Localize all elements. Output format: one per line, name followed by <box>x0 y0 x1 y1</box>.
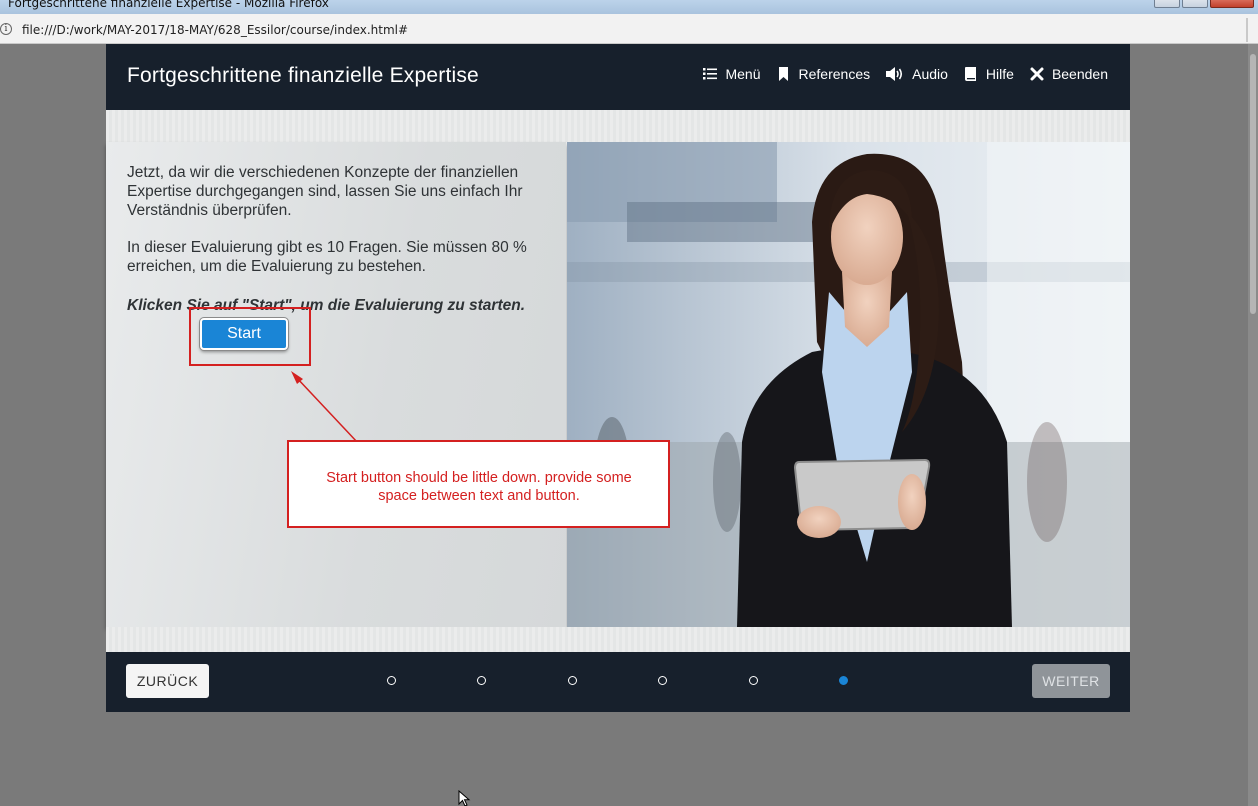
back-button[interactable]: ZURÜCK <box>126 664 209 698</box>
close-icon <box>1030 67 1044 81</box>
course-nav: Menü References Audio Hilfe Beenden <box>687 66 1108 82</box>
content-top-band <box>106 110 1130 142</box>
intro-paragraph: Jetzt, da wir die verschiedenen Konzepte… <box>127 164 523 219</box>
course-footer: ZURÜCK WEITER <box>106 652 1130 712</box>
page-dot[interactable] <box>658 676 667 685</box>
photo-illustration <box>567 142 1130 627</box>
nav-help[interactable]: Hilfe <box>963 66 1014 82</box>
nav-menu[interactable]: Menü <box>702 66 761 82</box>
course-header: Fortgeschrittene finanzielle Expertise M… <box>106 44 1130 110</box>
page-dot[interactable] <box>568 676 577 685</box>
bookmark-icon <box>778 67 788 81</box>
url-text[interactable]: file:///D:/work/MAY-2017/18-MAY/628_Essi… <box>22 23 408 37</box>
businesswoman-photo <box>567 142 1130 627</box>
list-icon <box>703 68 718 80</box>
instruction-suffix: ", um die Evaluierung zu starten. <box>284 297 526 314</box>
address-bar-edge <box>1246 18 1248 42</box>
nav-references-label: References <box>798 66 871 82</box>
speaker-icon <box>886 67 903 81</box>
annotation-note-text: Start button should be little down. prov… <box>326 470 632 504</box>
page-scrollbar[interactable] <box>1248 44 1258 806</box>
content-bottom-band <box>106 627 1130 652</box>
page-dot[interactable] <box>749 676 758 685</box>
window-controls <box>1154 0 1254 8</box>
rules-paragraph: In dieser Evaluierung gibt es 10 Fragen.… <box>127 239 527 275</box>
nav-references[interactable]: References <box>776 66 871 82</box>
nav-audio-label: Audio <box>912 66 948 82</box>
page-dot[interactable] <box>477 676 486 685</box>
annotation-note: Start button should be little down. prov… <box>287 440 670 528</box>
annotation-highlight-box <box>189 307 311 366</box>
scrollbar-thumb[interactable] <box>1250 54 1256 314</box>
address-bar[interactable]: i file:///D:/work/MAY-2017/18-MAY/628_Es… <box>0 14 1258 44</box>
mouse-cursor-icon <box>458 790 471 806</box>
course-player: Fortgeschrittene finanzielle Expertise M… <box>106 44 1130 712</box>
nav-exit[interactable]: Beenden <box>1029 66 1108 82</box>
next-button[interactable]: WEITER <box>1032 664 1110 698</box>
nav-audio[interactable]: Audio <box>885 66 948 82</box>
course-title: Fortgeschrittene finanzielle Expertise <box>127 64 479 87</box>
content-text-panel: Jetzt, da wir die verschiedenen Konzepte… <box>106 142 566 627</box>
site-info-icon[interactable]: i <box>0 23 12 35</box>
close-window-button[interactable] <box>1210 0 1254 8</box>
nav-exit-label: Beenden <box>1051 66 1108 82</box>
maximize-button[interactable] <box>1182 0 1208 8</box>
page-dot[interactable] <box>387 676 396 685</box>
nav-help-label: Hilfe <box>985 66 1014 82</box>
nav-menu-label: Menü <box>725 66 761 82</box>
book-icon <box>964 67 976 81</box>
page-dot-active[interactable] <box>839 676 848 685</box>
window-titlebar: Fortgeschrittene finanzielle Expertise -… <box>0 0 1258 14</box>
window-title: Fortgeschrittene finanzielle Expertise -… <box>8 0 329 10</box>
minimize-button[interactable] <box>1154 0 1180 8</box>
